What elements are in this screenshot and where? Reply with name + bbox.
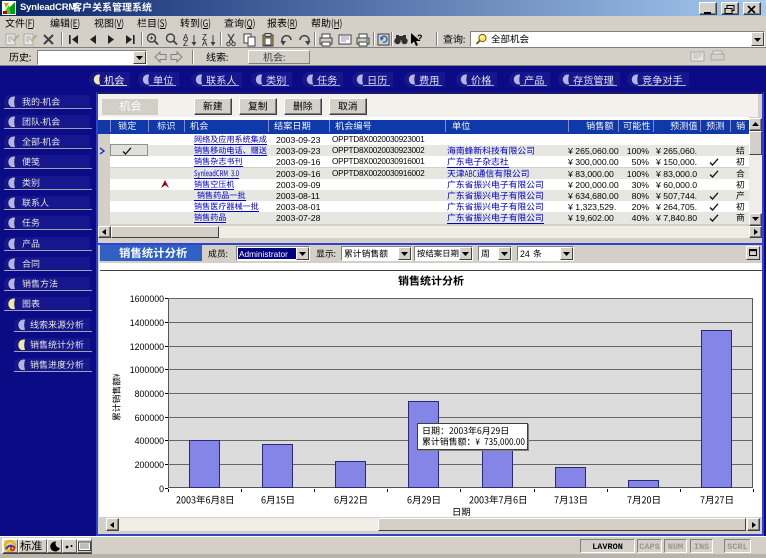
svg-text:?: ? bbox=[417, 33, 423, 43]
svg-text:Z: Z bbox=[183, 39, 188, 47]
svg-text:A: A bbox=[202, 39, 208, 47]
